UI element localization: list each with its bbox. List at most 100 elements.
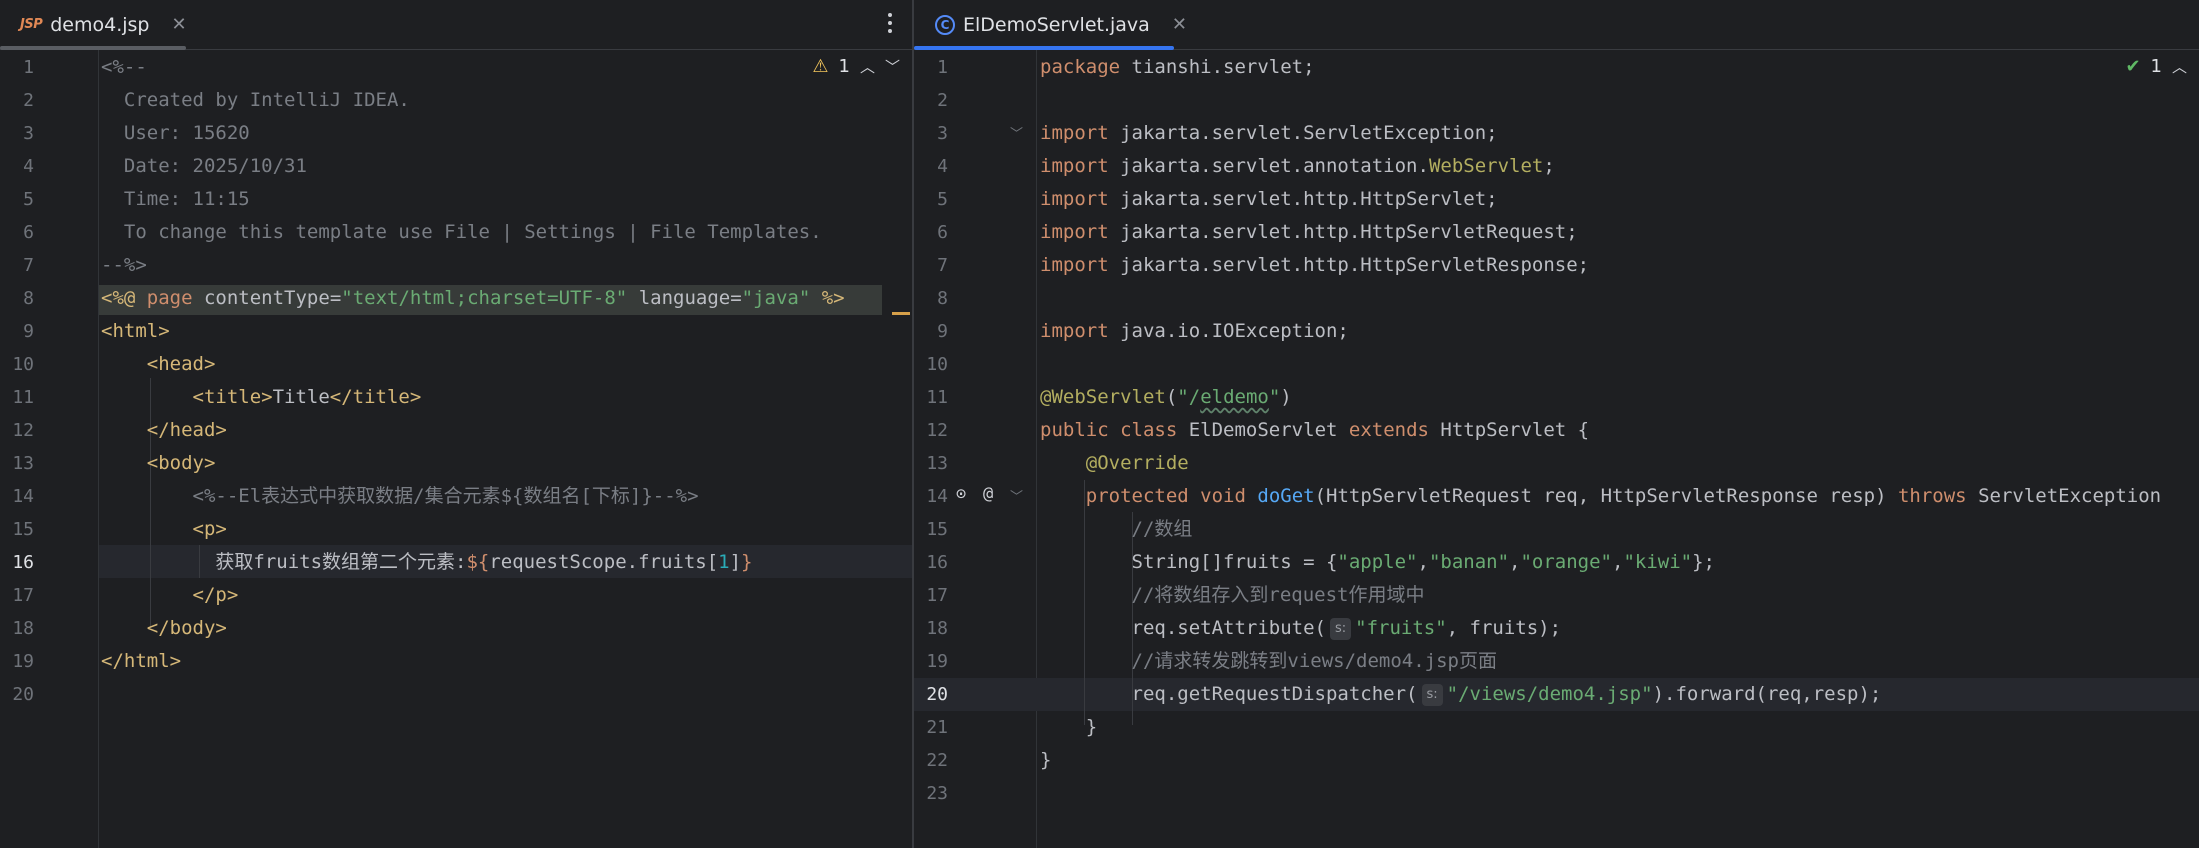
code-line[interactable]: Time: 11:15 (101, 183, 250, 216)
code-line[interactable]: </p> (101, 579, 239, 612)
line-number[interactable]: 16 (914, 546, 948, 579)
line-number[interactable]: 12 (914, 414, 948, 447)
code-line[interactable]: <html> (101, 315, 170, 348)
line-number[interactable]: 11 (914, 381, 948, 414)
code-line[interactable]: import jakarta.servlet.http.HttpServlet; (1040, 183, 1498, 216)
code-line[interactable]: req.setAttribute(s: "fruits", fruits); (1040, 612, 1561, 645)
line-number[interactable]: 16 (0, 546, 34, 579)
code-line[interactable]: package tianshi.servlet; (1040, 51, 1315, 84)
code-line[interactable]: //将数组存入到request作用域中 (1040, 579, 1425, 612)
code-line[interactable]: import jakarta.servlet.http.HttpServletR… (1040, 216, 1578, 249)
code-line[interactable]: Created by IntelliJ IDEA. (101, 84, 410, 117)
line-number[interactable]: 15 (914, 513, 948, 546)
line-number[interactable]: 23 (914, 777, 948, 810)
line-number[interactable]: 2 (0, 84, 34, 117)
inspection-widget[interactable]: ✔ 1 ︿ (2125, 56, 2187, 77)
line-number[interactable]: 6 (914, 216, 948, 249)
warning-icon: ⚠ (812, 56, 829, 77)
tab-eldemoservlet-java[interactable]: C ElDemoServlet.java ✕ (935, 0, 1187, 49)
line-number[interactable]: 14 (0, 480, 34, 513)
line-number[interactable]: 21 (914, 711, 948, 744)
request-mapping-icon[interactable]: @ (983, 484, 993, 504)
line-number[interactable]: 7 (914, 249, 948, 282)
gutter-divider (1036, 50, 1037, 848)
code-line[interactable]: <title>Title</title> (101, 381, 422, 414)
line-number[interactable]: 9 (0, 315, 34, 348)
chevron-down-icon[interactable]: ﹀ (885, 56, 900, 77)
code-line[interactable]: public class ElDemoServlet extends HttpS… (1040, 414, 1589, 447)
chevron-up-icon[interactable]: ︿ (2172, 56, 2187, 77)
code-line[interactable]: //请求转发跳转到views/demo4.jsp页面 (1040, 645, 1497, 678)
code-line[interactable]: String[]fruits = {"apple","banan","orang… (1040, 546, 1715, 579)
line-number[interactable]: 4 (0, 150, 34, 183)
code-line[interactable]: import jakarta.servlet.annotation.WebSer… (1040, 150, 1555, 183)
code-line[interactable]: <%@ page contentType="text/html;charset=… (101, 282, 845, 315)
line-number[interactable]: 7 (0, 249, 34, 282)
line-number[interactable]: 12 (0, 414, 34, 447)
line-number[interactable]: 13 (0, 447, 34, 480)
code-line[interactable]: <%--El表达式中获取数据/集合元素${数组名[下标]}--%> (101, 480, 699, 513)
warning-stripe-marker[interactable] (892, 312, 910, 315)
line-number[interactable]: 20 (0, 678, 34, 711)
line-number[interactable]: 10 (0, 348, 34, 381)
line-number[interactable]: 19 (0, 645, 34, 678)
code-line[interactable]: <head> (101, 348, 216, 381)
code-line[interactable]: @WebServlet("/eldemo") (1040, 381, 1292, 414)
code-line[interactable]: import jakarta.servlet.http.HttpServletR… (1040, 249, 1589, 282)
code-line[interactable]: //数组 (1040, 513, 1193, 546)
code-line[interactable]: @Override (1040, 447, 1189, 480)
code-line[interactable]: } (1040, 744, 1051, 777)
line-number[interactable]: 15 (0, 513, 34, 546)
line-number[interactable]: 2 (914, 84, 948, 117)
line-number[interactable]: 1 (0, 51, 34, 84)
line-number[interactable]: 11 (0, 381, 34, 414)
close-icon[interactable]: ✕ (1172, 14, 1187, 35)
line-number[interactable]: 3 (0, 117, 34, 150)
java-class-icon: C (935, 14, 955, 35)
line-number[interactable]: 8 (0, 282, 34, 315)
line-number[interactable]: 13 (914, 447, 948, 480)
code-line[interactable]: </html> (101, 645, 181, 678)
line-number[interactable]: 5 (0, 183, 34, 216)
tab-demo4-jsp[interactable]: JSP demo4.jsp ✕ (20, 0, 187, 49)
line-number[interactable]: 1 (914, 51, 948, 84)
line-number[interactable]: 18 (0, 612, 34, 645)
line-number[interactable]: 17 (0, 579, 34, 612)
line-number[interactable]: 5 (914, 183, 948, 216)
line-number[interactable]: 8 (914, 282, 948, 315)
line-number[interactable]: 9 (914, 315, 948, 348)
line-number[interactable]: 22 (914, 744, 948, 777)
line-number[interactable]: 4 (914, 150, 948, 183)
code-line[interactable]: protected void doGet(HttpServletRequest … (1040, 480, 2161, 513)
line-number[interactable]: 19 (914, 645, 948, 678)
code-line[interactable]: req.getRequestDispatcher(s: "/views/demo4… (1040, 678, 1881, 711)
more-options-icon[interactable] (886, 8, 894, 38)
chevron-up-icon[interactable]: ︿ (860, 56, 875, 77)
code-line[interactable]: import jakarta.servlet.ServletException; (1040, 117, 1498, 150)
code-line[interactable]: </head> (101, 414, 227, 447)
line-number[interactable]: 10 (914, 348, 948, 381)
code-line[interactable]: } (1040, 711, 1097, 744)
code-line[interactable]: To change this template use File | Setti… (101, 216, 822, 249)
close-icon[interactable]: ✕ (171, 14, 186, 35)
fold-icon[interactable]: ﹀ (1010, 123, 1023, 142)
code-line[interactable]: 获取fruits数组第二个元素:${requestScope.fruits[1]… (101, 546, 752, 579)
code-line[interactable]: <%-- (101, 51, 147, 84)
line-number[interactable]: 3 (914, 117, 948, 150)
inspection-widget[interactable]: ⚠ 1 ︿ ﹀ (812, 56, 900, 77)
code-line[interactable]: <p> (101, 513, 227, 546)
line-number[interactable]: 18 (914, 612, 948, 645)
line-number[interactable]: 14 (914, 480, 948, 513)
tab-label: ElDemoServlet.java (963, 13, 1150, 36)
line-number[interactable]: 6 (0, 216, 34, 249)
code-line[interactable]: <body> (101, 447, 216, 480)
line-number[interactable]: 17 (914, 579, 948, 612)
code-line[interactable]: User: 15620 (101, 117, 250, 150)
code-line[interactable]: --%> (101, 249, 147, 282)
fold-icon[interactable]: ﹀ (1010, 486, 1023, 505)
code-line[interactable]: </body> (101, 612, 227, 645)
line-number[interactable]: 20 (914, 678, 948, 711)
code-line[interactable]: Date: 2025/10/31 (101, 150, 307, 183)
code-line[interactable]: import java.io.IOException; (1040, 315, 1349, 348)
override-icon[interactable]: ⊙ (956, 484, 966, 504)
